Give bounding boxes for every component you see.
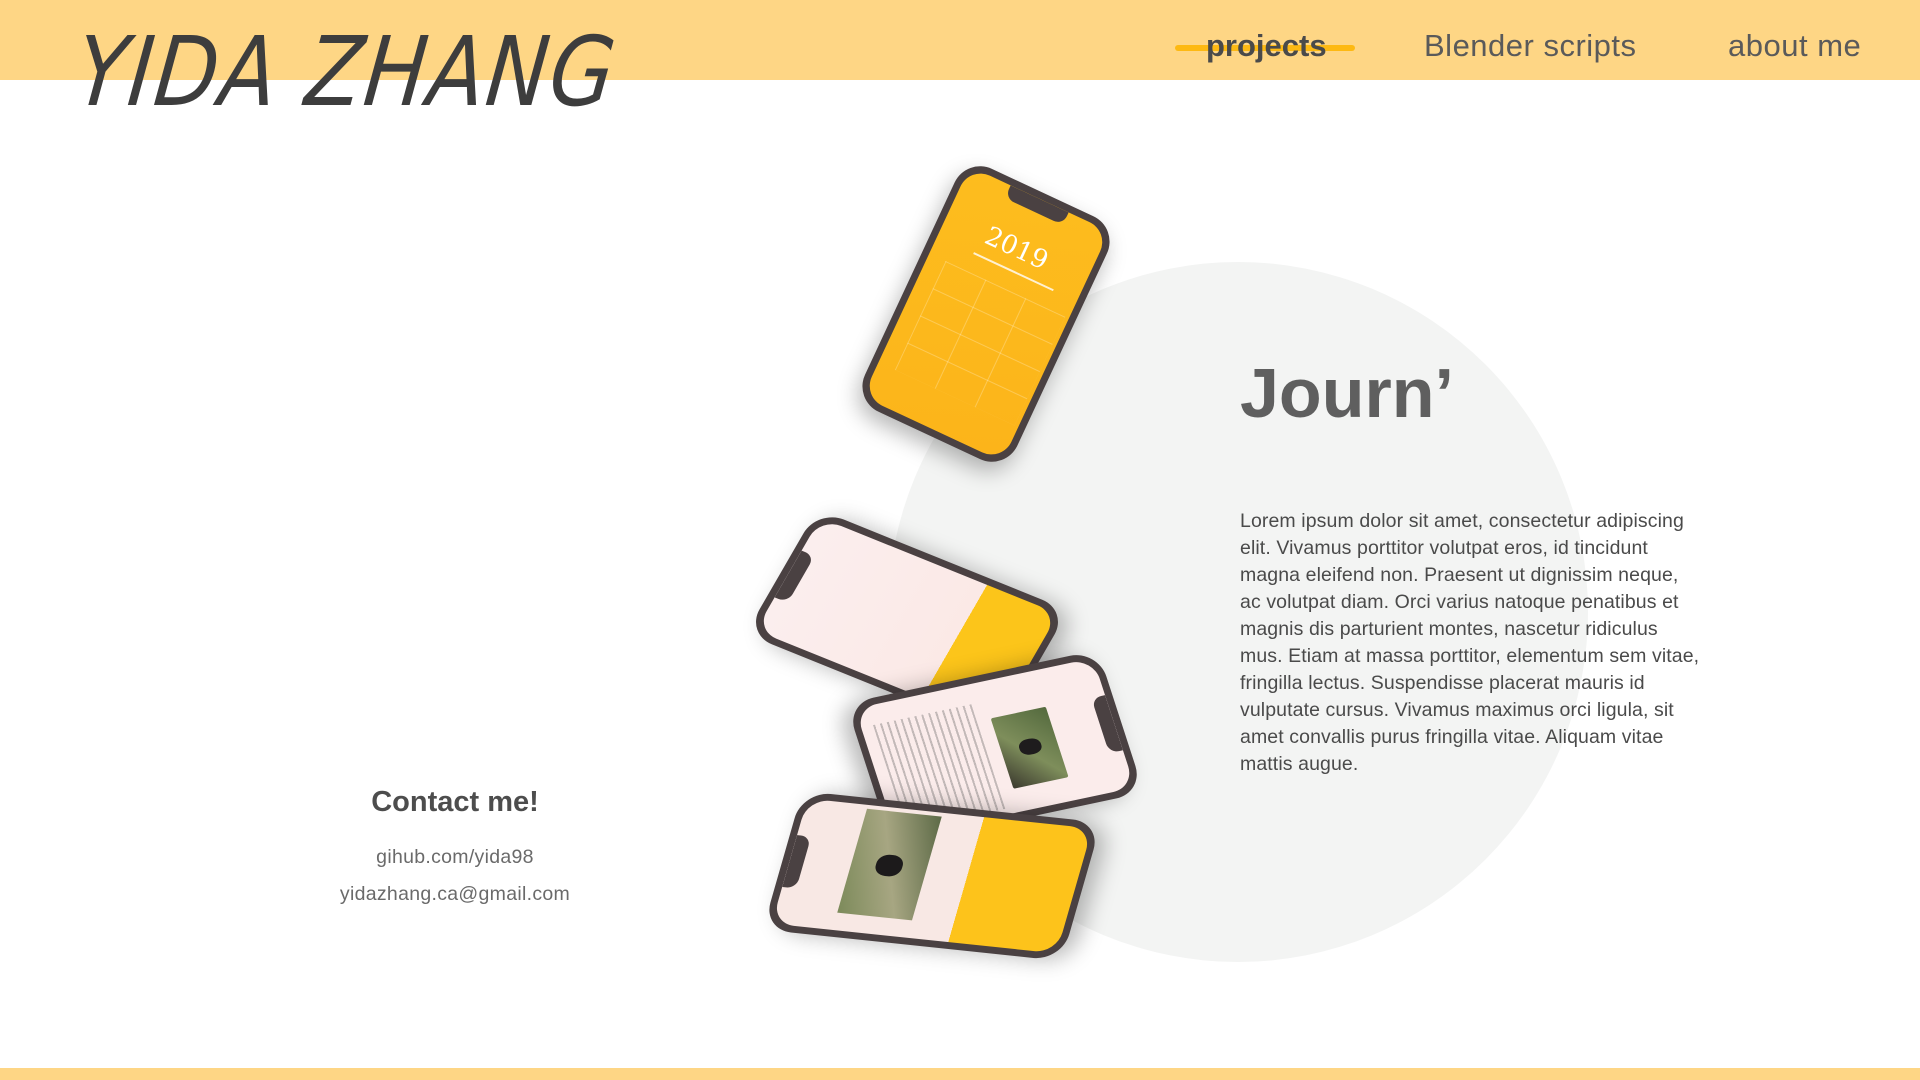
- main-nav: projects Blender scripts about me: [0, 0, 1920, 90]
- phone-notch: [774, 550, 815, 603]
- github-link[interactable]: gihub.com/yida98: [0, 846, 910, 869]
- email-link[interactable]: yidazhang.ca@gmail.com: [0, 883, 910, 906]
- project-title: Journ’: [1240, 354, 1454, 432]
- phone-notch: [1004, 185, 1069, 226]
- phone-mockup-calendar: 2019: [853, 157, 1119, 471]
- footer-band: [0, 1068, 1920, 1080]
- project-description: Lorem ipsum dolor sit amet, consectetur …: [1240, 510, 1700, 775]
- nav-blender-scripts[interactable]: Blender scripts: [1424, 26, 1637, 66]
- phone-screen: [771, 798, 1093, 954]
- nav-about-me[interactable]: about me: [1728, 26, 1861, 66]
- cat-photo: [990, 706, 1069, 789]
- phone-screen: 2019: [862, 166, 1110, 462]
- contact-heading: Contact me!: [371, 786, 539, 818]
- calendar-grid: [894, 260, 1066, 426]
- nav-projects[interactable]: projects: [1206, 26, 1327, 66]
- phone-notch: [1091, 695, 1123, 753]
